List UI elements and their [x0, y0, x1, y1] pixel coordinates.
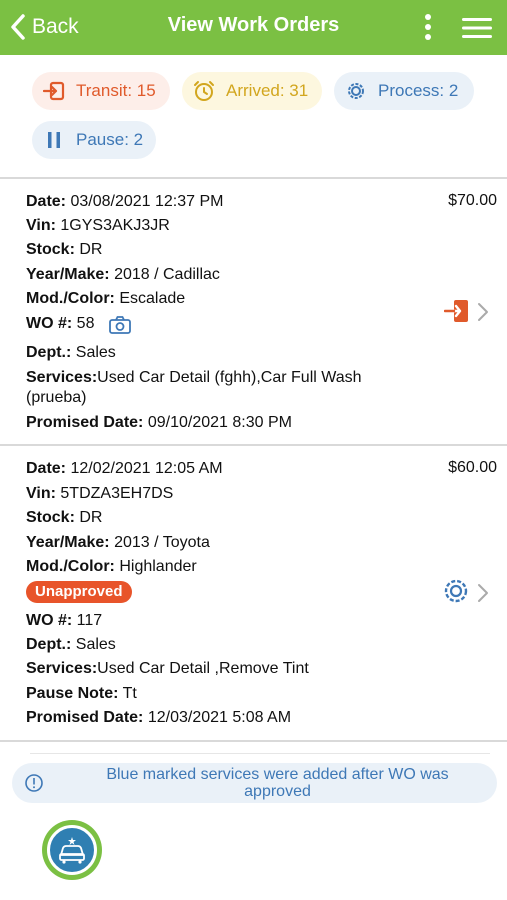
process-filter-chip[interactable]: Process: 2 [334, 72, 474, 110]
info-text: Blue marked services were added after WO… [106, 766, 449, 800]
model-color-row: Mod./Color: Highlander [26, 558, 197, 575]
promised-date-row: Promised Date: 09/10/2021 8:30 PM [26, 414, 292, 431]
services-row: Services:Used Car Detail ,Remove Tint [26, 660, 309, 677]
transit-filter-chip[interactable]: Transit: 15 [32, 72, 170, 110]
transit-icon [444, 300, 468, 322]
camera-icon[interactable] [108, 315, 132, 335]
year-make-row: Year/Make: 2013 / Toyota [26, 534, 210, 551]
wo-number-row: WO #: 117 [26, 612, 103, 629]
info-banner: Blue marked services were added after WO… [12, 763, 497, 803]
alarm-clock-icon [192, 79, 216, 103]
services-row: Services:Used Car Detail (fghh),Car Full… [26, 369, 362, 386]
model-color-row: Mod./Color: Escalade [26, 290, 186, 307]
process-count: Process: 2 [378, 81, 459, 100]
price: $60.00 [448, 459, 497, 476]
date-row: Date: 12/02/2021 12:05 AM [26, 460, 223, 477]
pause-count: Pause: 2 [76, 130, 144, 149]
vin-row: Vin: 5TDZA3EH7DS [26, 485, 174, 502]
app-header: Back View Work Orders [0, 0, 507, 55]
car-wash-button[interactable] [42, 820, 102, 880]
more-options-icon[interactable] [418, 12, 438, 42]
pause-filter-chip[interactable]: Pause: 2 [32, 121, 156, 159]
chevron-right-icon[interactable] [476, 583, 490, 603]
process-icon [444, 579, 468, 603]
year-make-row: Year/Make: 2018 / Cadillac [26, 266, 220, 283]
pause-note-row: Pause Note: Tt [26, 685, 137, 702]
price: $70.00 [448, 192, 497, 209]
transit-count: Transit: 15 [76, 81, 156, 100]
gear-icon [344, 79, 368, 103]
promised-date-row: Promised Date: 12/03/2021 5:08 AM [26, 709, 292, 726]
arrived-count: Arrived: 31 [226, 81, 309, 100]
dept-row: Dept.: Sales [26, 344, 116, 361]
divider [30, 753, 490, 754]
arrived-filter-chip[interactable]: Arrived: 31 [182, 72, 322, 110]
divider [0, 740, 507, 742]
stock-row: Stock: DR [26, 241, 103, 258]
dept-row: Dept.: Sales [26, 636, 116, 653]
unapproved-badge: Unapproved [26, 581, 132, 603]
menu-icon[interactable] [460, 16, 494, 40]
services-row-continued: (prueba) [26, 389, 87, 406]
car-icon [59, 837, 85, 864]
date-row: Date: 03/08/2021 12:37 PM [26, 193, 224, 210]
divider [0, 177, 507, 179]
pause-icon [42, 128, 66, 152]
car-wash-logo [47, 825, 97, 875]
wo-number-row: WO #: 58 [26, 315, 95, 332]
transit-icon [42, 79, 66, 103]
stock-row: Stock: DR [26, 509, 103, 526]
chevron-right-icon[interactable] [476, 302, 490, 322]
vin-row: Vin: 1GYS3AKJ3JR [26, 217, 170, 234]
divider [0, 444, 507, 446]
info-icon [25, 774, 43, 792]
